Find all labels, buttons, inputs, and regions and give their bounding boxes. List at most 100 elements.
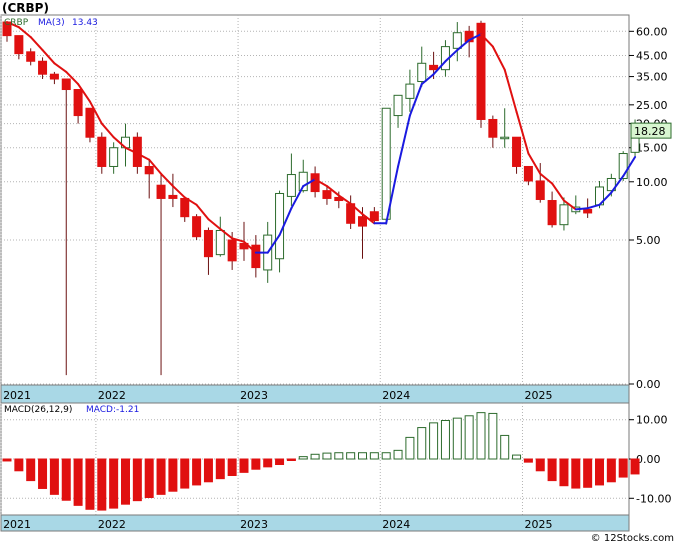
macd-x-tick-label: 2023 [240, 518, 268, 531]
macd-bar [168, 458, 178, 492]
macd-bar [322, 452, 332, 460]
macd-bar [618, 458, 628, 478]
price-x-tick-label: 2025 [524, 389, 552, 402]
legend-symbol: CRBP [4, 18, 29, 28]
candle-body [97, 136, 107, 167]
macd-bar [547, 458, 557, 482]
candle-body [192, 216, 202, 238]
macd-tick-label: 10.00 [636, 414, 668, 427]
macd-bar [334, 452, 344, 460]
candle-body [417, 62, 427, 83]
macd-bar [310, 453, 320, 460]
macd-bar [535, 458, 545, 472]
candle-body [500, 136, 510, 140]
macd-panel-frame [0, 402, 630, 532]
chart-canvas: 60.0045.0035.0025.0020.0015.0010.005.000… [0, 14, 672, 532]
price-panel-frame [0, 14, 630, 404]
candle-body [369, 211, 379, 222]
macd-bar [417, 427, 427, 460]
macd-bar [559, 458, 569, 487]
macd-bar [393, 449, 403, 460]
candle-body [310, 173, 320, 193]
macd-legend-name: MACD(26,12,9) [4, 405, 72, 415]
candle-body [156, 184, 166, 199]
macd-bar [583, 458, 593, 488]
price-tick-label: 10.00 [636, 176, 668, 189]
macd-bar [440, 420, 450, 460]
macd-bar [263, 458, 273, 468]
macd-x-tick-label: 2022 [98, 518, 126, 531]
candle-body [547, 200, 557, 226]
legend-ma-value: 13.43 [72, 18, 98, 28]
macd-bar [630, 458, 640, 475]
macd-bar [73, 458, 83, 506]
macd-bar [606, 458, 616, 483]
candle-body [275, 192, 285, 260]
price-x-tick-label: 2022 [98, 389, 126, 402]
candle-body [144, 165, 154, 175]
ma-segment [574, 207, 589, 211]
candle-body [358, 216, 367, 227]
macd-x-tick-label: 2025 [524, 518, 552, 531]
macd-bar [156, 458, 166, 495]
candle-body [452, 32, 462, 49]
candle-body [73, 89, 83, 117]
macd-bar [464, 415, 474, 460]
price-x-tick-label: 2023 [240, 389, 268, 402]
macd-bar [275, 458, 285, 465]
candle-body [512, 136, 522, 167]
candle-body [251, 244, 261, 269]
macd-bar [286, 458, 296, 461]
macd-bar [14, 458, 24, 472]
macd-bar [595, 458, 604, 486]
last-price-label: 18.28 [634, 125, 666, 138]
macd-bar [203, 458, 213, 483]
legend-ma-name: MA(3) [38, 18, 65, 28]
price-tick-label: 15.00 [636, 142, 668, 155]
candle-body [85, 107, 95, 138]
price-tick-label: 60.00 [636, 25, 668, 38]
price-x-tick-label: 2024 [382, 389, 410, 402]
macd-bar [192, 458, 202, 486]
macd-bar [49, 458, 59, 495]
macd-bar [132, 458, 142, 502]
candle-body [535, 180, 545, 200]
macd-bar [251, 458, 261, 470]
macd-bar [239, 458, 249, 473]
macd-bar [512, 454, 522, 460]
candle-body [405, 83, 415, 99]
candle-body [559, 204, 569, 226]
macd-bar [405, 436, 415, 460]
last-price-tag: 18.28 [630, 122, 672, 139]
candle-body [14, 35, 24, 55]
candle-body [227, 239, 237, 262]
candle-body [523, 165, 533, 182]
candle-body [215, 229, 225, 256]
candle-body [488, 118, 498, 138]
candle-body [583, 208, 593, 214]
price-x-tick-label: 2021 [3, 389, 31, 402]
macd-x-tick-label: 2021 [3, 518, 31, 531]
price-tick-label: 45.00 [636, 49, 668, 62]
macd-x-tick-label: 2024 [382, 518, 410, 531]
candle-body [49, 73, 59, 80]
macd-bar [523, 458, 533, 463]
macd-bar [144, 458, 154, 498]
macd-tick-label: -10.00 [636, 492, 671, 505]
candle-body [26, 51, 36, 62]
macd-bar [381, 452, 391, 460]
macd-bar [2, 458, 12, 462]
candle-body [61, 78, 71, 91]
macd-legend-value: MACD:-1.21 [86, 405, 139, 415]
macd-bar [109, 458, 119, 509]
credit-label: © 12Stocks.com [590, 533, 674, 544]
candle-body [180, 197, 190, 218]
macd-bar [452, 417, 462, 460]
candle-body [429, 64, 439, 71]
macd-bar [215, 458, 225, 480]
macd-bar [85, 458, 95, 510]
macd-bar [429, 422, 439, 460]
price-tick-label: 25.00 [636, 99, 668, 112]
candle-body [286, 174, 296, 197]
price-tick-label: 0.00 [636, 378, 661, 391]
